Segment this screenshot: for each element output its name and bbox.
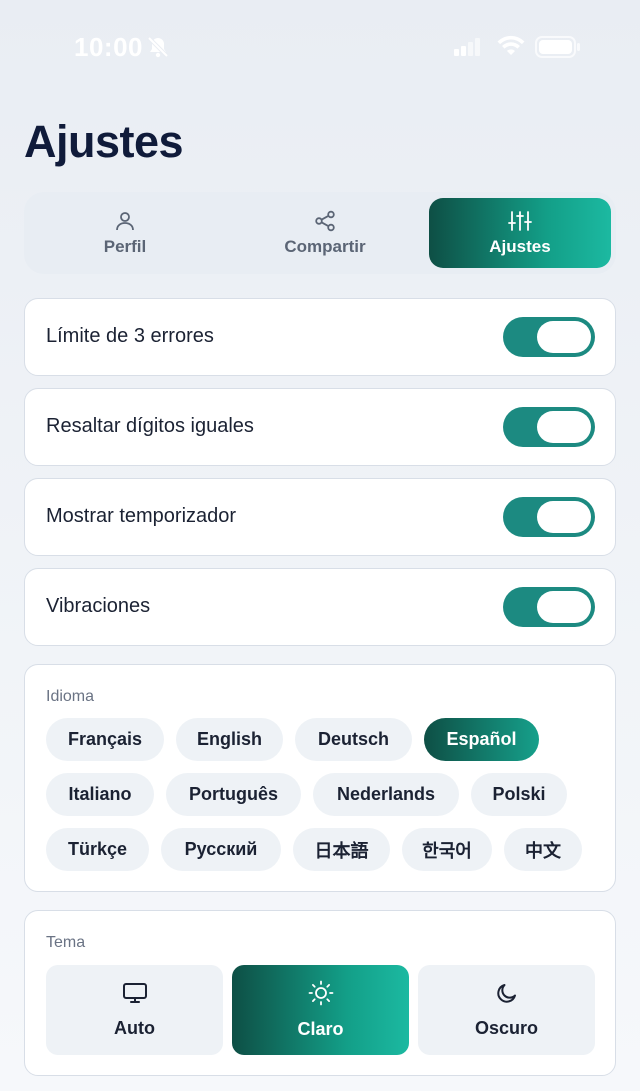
theme-label: Auto [114, 1018, 155, 1038]
battery-icon [535, 36, 581, 63]
language-chip-es[interactable]: Español [424, 718, 539, 761]
setting-label: Resaltar dígitos iguales [46, 415, 254, 437]
theme-dark-button[interactable]: Oscuro [418, 965, 595, 1055]
tab-perfil[interactable]: Perfil [34, 198, 216, 268]
language-card: Idioma Français English Deutsch Español … [24, 664, 616, 892]
language-chip-ko[interactable]: 한국어 [402, 828, 492, 871]
sun-icon [308, 980, 334, 1011]
vibration-toggle[interactable] [503, 587, 595, 627]
highlight-digits-toggle[interactable] [503, 407, 595, 447]
language-chip-en[interactable]: English [176, 718, 283, 761]
language-chip-pl[interactable]: Polski [471, 773, 567, 816]
moon-icon [495, 981, 519, 1010]
language-chip-tr[interactable]: Türkçe [46, 828, 149, 871]
theme-label: Claro [297, 1019, 344, 1039]
language-chip-de[interactable]: Deutsch [295, 718, 412, 761]
person-icon [114, 210, 136, 232]
setting-label: Mostrar temporizador [46, 505, 237, 527]
setting-card-error-limit: Límite de 3 errores [24, 298, 616, 376]
wifi-icon [497, 35, 525, 62]
language-chip-ru[interactable]: Русский [161, 828, 281, 871]
language-chip-pt[interactable]: Português [166, 773, 301, 816]
tab-compartir[interactable]: Compartir [234, 198, 416, 268]
toggle-knob [537, 501, 591, 533]
timer-toggle[interactable] [503, 497, 595, 537]
language-chip-nl[interactable]: Nederlands [313, 773, 459, 816]
sliders-icon [508, 210, 532, 232]
language-chip-zh[interactable]: 中文 [504, 828, 582, 871]
setting-card-timer: Mostrar temporizador [24, 478, 616, 556]
signal-icon [454, 38, 480, 61]
bell-slash-icon [146, 36, 170, 63]
share-icon [314, 210, 336, 232]
toggle-knob [537, 321, 591, 353]
toggle-knob [537, 411, 591, 443]
theme-light-button[interactable]: Claro [232, 965, 409, 1055]
language-section-label: Idioma [46, 688, 95, 705]
setting-label: Límite de 3 errores [46, 325, 214, 347]
theme-section-label: Tema [46, 934, 86, 951]
monitor-icon [122, 981, 148, 1010]
tab-ajustes[interactable]: Ajustes [429, 198, 611, 268]
tab-label: Compartir [284, 236, 366, 256]
status-bar: 10:00 [0, 0, 640, 95]
theme-card: Tema Auto Claro Oscuro [24, 910, 616, 1076]
theme-label: Oscuro [474, 1018, 539, 1038]
tab-label: Ajustes [489, 236, 551, 256]
theme-auto-button[interactable]: Auto [46, 965, 223, 1055]
language-chip-ja[interactable]: 日本語 [293, 828, 390, 871]
error-limit-toggle[interactable] [503, 317, 595, 357]
status-time: 10:00 [74, 32, 143, 62]
segmented-tabs: Perfil Compartir Ajustes [24, 192, 616, 274]
language-chip-fr[interactable]: Français [46, 718, 164, 761]
tab-label: Perfil [103, 236, 147, 256]
toggle-knob [537, 591, 591, 623]
setting-card-vibration: Vibraciones [24, 568, 616, 646]
language-chip-it[interactable]: Italiano [46, 773, 154, 816]
setting-card-highlight-digits: Resaltar dígitos iguales [24, 388, 616, 466]
setting-label: Vibraciones [46, 595, 151, 617]
page-title: Ajustes [24, 116, 184, 167]
